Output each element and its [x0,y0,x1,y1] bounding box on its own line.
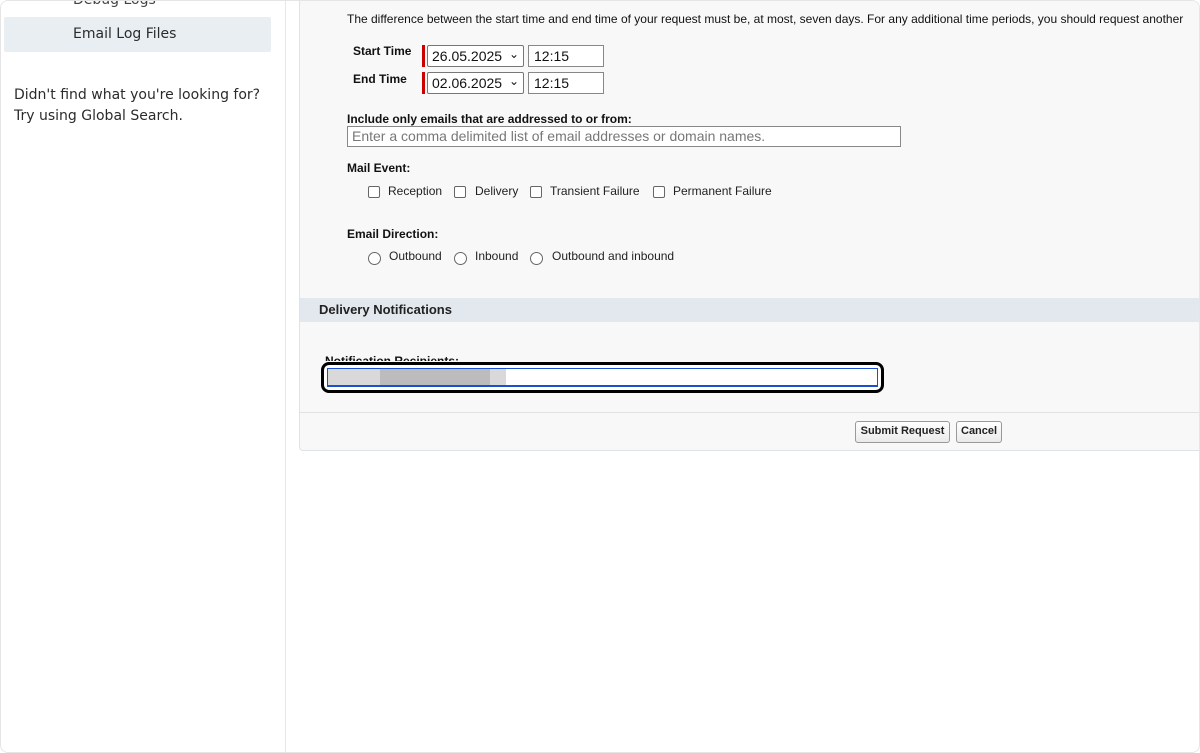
time-range-note: The difference between the start time an… [347,12,1184,26]
delivery-notifications-header: Delivery Notifications [300,298,1199,322]
delivery-label: Delivery [475,184,519,198]
chevron-down-icon: ⌄ [508,74,519,88]
end-time-label: End Time [353,72,407,86]
outbound-radio[interactable] [368,252,381,265]
help-line: Try using Global Search. [14,108,183,124]
mail-event-label: Mail Event: [347,161,411,175]
outbound-label: Outbound [389,249,442,263]
chevron-down-icon: ⌄ [508,47,519,61]
include-emails-label: Include only emails that are addressed t… [347,112,632,126]
cancel-button[interactable]: Cancel [956,421,1002,443]
notification-recipients-label: Notification Recipients: [325,354,460,361]
redacted-value [380,369,490,385]
required-indicator [422,72,425,94]
required-indicator [422,45,425,67]
end-time-input[interactable]: 12:15 [528,72,604,94]
reception-checkbox[interactable] [368,186,380,198]
start-date-value: 26.05.2025 [432,48,503,64]
permanent-failure-label: Permanent Failure [673,184,772,198]
email-direction-label: Email Direction: [347,227,439,241]
inbound-radio[interactable] [454,252,467,265]
email-filter-input[interactable]: Enter a comma delimited list of email ad… [347,126,901,147]
delivery-checkbox[interactable] [454,186,466,198]
sidebar-item-debug-logs[interactable]: Debug Logs [73,0,156,8]
email-log-request-panel: The difference between the start time an… [299,1,1199,451]
focus-ring [321,362,884,393]
start-time-input[interactable]: 12:15 [528,45,604,67]
sidebar: Debug Logs Email Log Files Didn't find w… [1,0,286,752]
search-help-text: Didn't find what you're looking for? Try… [14,85,274,127]
outbound-and-inbound-label: Outbound and inbound [552,249,675,263]
section-title: Delivery Notifications [319,302,452,317]
start-date-select[interactable]: 26.05.2025 ⌄ [427,45,524,67]
end-date-value: 02.06.2025 [432,75,503,91]
end-date-select[interactable]: 02.06.2025 ⌄ [427,72,524,94]
reception-label: Reception [388,184,443,198]
outbound-and-inbound-radio[interactable] [530,252,543,265]
start-time-label: Start Time [353,44,412,58]
inbound-label: Inbound [475,249,519,263]
sidebar-item-email-log-files[interactable]: Email Log Files [4,17,271,52]
help-line: Didn't find what you're looking for? [14,87,261,103]
notification-recipients-input[interactable] [327,368,878,387]
sidebar-item-label: Email Log Files [73,26,177,42]
sidebar-item-label: Debug Logs [73,0,156,8]
transient-failure-label: Transient Failure [550,184,640,198]
permanent-failure-checkbox[interactable] [653,186,665,198]
window-frame: Debug Logs Email Log Files Didn't find w… [0,0,1200,753]
submit-request-button[interactable]: Submit Request [855,421,950,443]
transient-failure-checkbox[interactable] [530,186,542,198]
